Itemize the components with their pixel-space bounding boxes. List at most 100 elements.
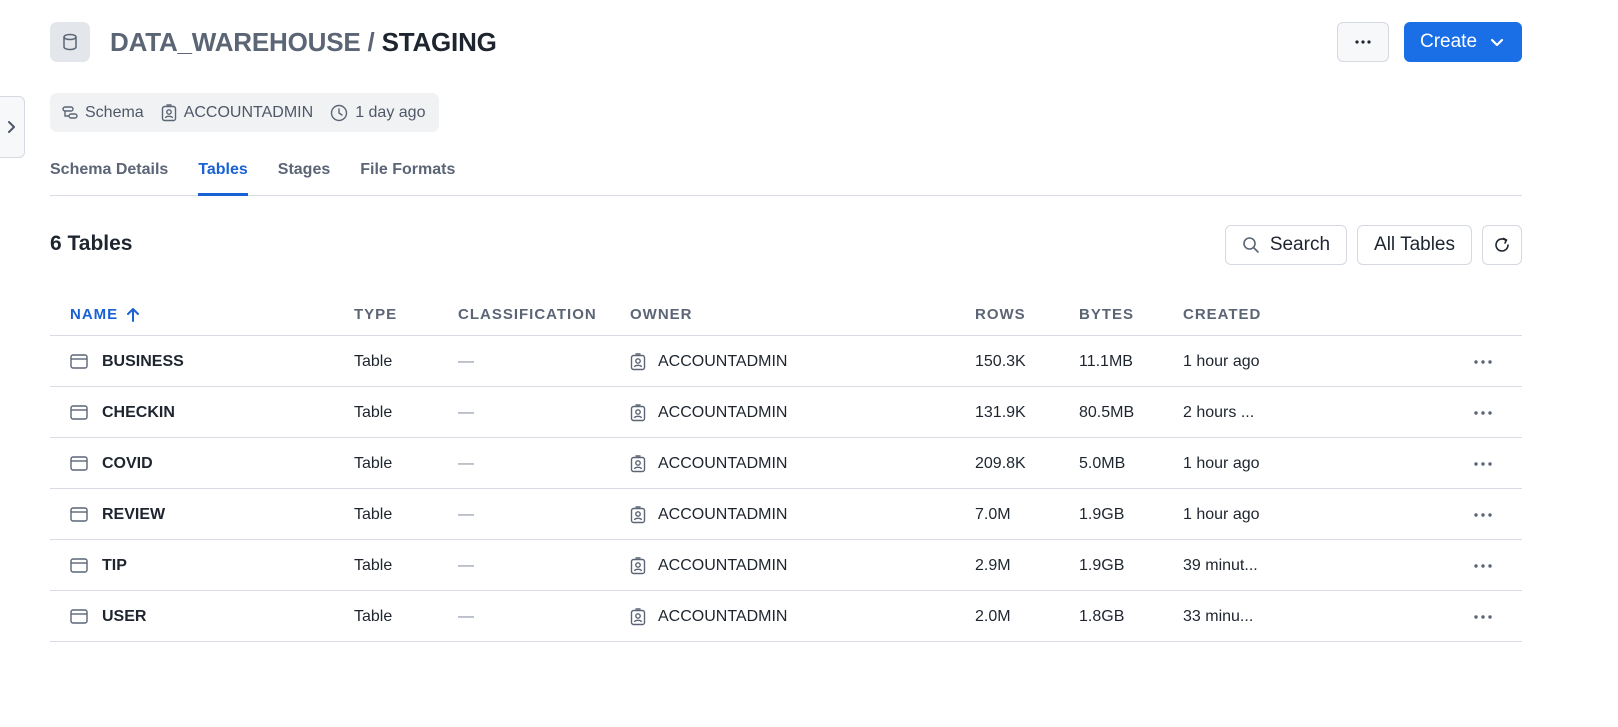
column-header-type[interactable]: TYPE (354, 306, 397, 323)
column-header-rows[interactable]: ROWS (975, 306, 1026, 323)
table-owner-cell: ACCOUNTADMIN (630, 489, 787, 540)
table-created: 1 hour ago (1183, 454, 1260, 472)
table-row[interactable]: TIP Table — ACCOUNTADMIN 2.9M 1.9GB 39 m… (50, 540, 1522, 591)
tab-tables[interactable]: Tables (198, 150, 248, 196)
table-icon (70, 405, 88, 420)
table-owner-cell: ACCOUNTADMIN (630, 387, 787, 438)
table-owner: ACCOUNTADMIN (658, 454, 788, 472)
table-classification: — (458, 607, 474, 625)
table-rows: 2.0M (975, 607, 1011, 625)
tab-schema-details[interactable]: Schema Details (50, 150, 168, 196)
table-filter-dropdown[interactable]: All Tables (1357, 225, 1472, 265)
column-header-created[interactable]: CREATED (1183, 306, 1261, 323)
ellipsis-icon (1474, 359, 1492, 364)
table-owner: ACCOUNTADMIN (658, 556, 788, 574)
table-name[interactable]: BUSINESS (102, 353, 184, 371)
table-row[interactable]: REVIEW Table — ACCOUNTADMIN 7.0M 1.9GB 1… (50, 489, 1522, 540)
table-name[interactable]: CHECKIN (102, 404, 175, 422)
column-header-classification[interactable]: CLASSIFICATION (458, 306, 597, 323)
column-header-owner[interactable]: OWNER (630, 306, 693, 323)
table-created: 39 minut... (1183, 556, 1258, 574)
more-actions-button[interactable] (1337, 22, 1389, 62)
row-more-actions-button[interactable] (1474, 387, 1492, 438)
table-filter-label: All Tables (1374, 234, 1455, 255)
row-more-actions-button[interactable] (1474, 591, 1492, 642)
table-rows: 209.8K (975, 454, 1026, 472)
user-badge-icon (630, 454, 646, 472)
tab-file-formats[interactable]: File Formats (360, 150, 455, 196)
table-owner-cell: ACCOUNTADMIN (630, 540, 787, 591)
table-icon (70, 354, 88, 369)
table-row[interactable]: USER Table — ACCOUNTADMIN 2.0M 1.8GB 33 … (50, 591, 1522, 642)
table-created: 1 hour ago (1183, 352, 1260, 370)
table-classification: — (458, 505, 474, 523)
table-icon (70, 558, 88, 573)
table-row[interactable]: COVID Table — ACCOUNTADMIN 209.8K 5.0MB … (50, 438, 1522, 489)
search-button-label: Search (1269, 234, 1331, 255)
table-name[interactable]: USER (102, 608, 146, 626)
table-name[interactable]: COVID (102, 455, 153, 473)
schema-meta-bar: Schema ACCOUNTADMIN 1 day ago (50, 93, 440, 132)
chevron-down-icon (1490, 38, 1504, 46)
meta-type-label: Schema (85, 103, 144, 121)
column-header-bytes[interactable]: BYTES (1079, 306, 1134, 323)
column-header-name[interactable]: NAME (70, 306, 140, 323)
table-icon (70, 456, 88, 471)
table-name[interactable]: REVIEW (102, 506, 165, 524)
tab-bar: Schema Details Tables Stages File Format… (50, 150, 1522, 196)
sidebar-expand-button[interactable] (0, 96, 25, 158)
table-created: 1 hour ago (1183, 505, 1260, 523)
table-type: Table (354, 505, 393, 523)
refresh-button[interactable] (1482, 225, 1522, 265)
table-bytes: 1.8GB (1079, 607, 1125, 625)
table-row[interactable]: BUSINESS Table — ACCOUNTADMIN 150.3K 11.… (50, 336, 1522, 387)
breadcrumb-current: STAGING (381, 26, 497, 57)
ellipsis-icon (1474, 563, 1492, 568)
table-row[interactable]: CHECKIN Table — ACCOUNTADMIN 131.9K 80.5… (50, 387, 1522, 438)
table-toolbar: Search All Tables (1224, 225, 1522, 265)
table-owner: ACCOUNTADMIN (658, 403, 788, 421)
user-badge-icon (630, 352, 646, 370)
table-owner-cell: ACCOUNTADMIN (630, 438, 787, 489)
column-header-name-label: NAME (70, 306, 119, 323)
search-icon (1243, 237, 1259, 253)
user-badge-icon (630, 505, 646, 523)
table-header-row: NAME TYPE CLASSIFICATION OWNER ROWS BYTE… (50, 294, 1522, 336)
table-owner: ACCOUNTADMIN (658, 607, 788, 625)
schema-icon (62, 105, 78, 119)
meta-age: 1 day ago (330, 104, 425, 122)
page-header: DATA_WAREHOUSE / STAGING Create (50, 22, 1522, 62)
table-name-cell[interactable]: REVIEW (70, 489, 165, 540)
row-more-actions-button[interactable] (1474, 489, 1492, 540)
chevron-right-icon (8, 121, 15, 133)
table-type: Table (354, 454, 393, 472)
table-icon (70, 609, 88, 624)
create-button[interactable]: Create (1404, 22, 1522, 62)
table-bytes: 1.9GB (1079, 505, 1125, 523)
row-more-actions-button[interactable] (1474, 336, 1492, 387)
table-name[interactable]: TIP (102, 557, 127, 575)
table-classification: — (458, 556, 474, 574)
table-name-cell[interactable]: COVID (70, 438, 153, 489)
table-name-cell[interactable]: CHECKIN (70, 387, 175, 438)
ellipsis-icon (1474, 614, 1492, 619)
table-classification: — (458, 352, 474, 370)
user-badge-icon (630, 556, 646, 574)
table-created: 2 hours ... (1183, 403, 1255, 421)
table-bytes: 11.1MB (1079, 352, 1133, 370)
row-more-actions-button[interactable] (1474, 438, 1492, 489)
breadcrumb-database[interactable]: DATA_WAREHOUSE (110, 27, 361, 57)
clock-icon (330, 104, 348, 121)
meta-type: Schema (62, 104, 144, 122)
table-name-cell[interactable]: BUSINESS (70, 336, 184, 387)
table-name-cell[interactable]: USER (70, 591, 146, 642)
row-more-actions-button[interactable] (1474, 540, 1492, 591)
table-type: Table (354, 403, 393, 421)
user-badge-icon (630, 607, 646, 625)
table-name-cell[interactable]: TIP (70, 540, 127, 591)
tab-stages[interactable]: Stages (278, 150, 330, 196)
table-owner-cell: ACCOUNTADMIN (630, 336, 787, 387)
table-rows: 2.9M (975, 556, 1011, 574)
search-button[interactable]: Search (1224, 225, 1348, 265)
table-bytes: 1.9GB (1079, 556, 1125, 574)
